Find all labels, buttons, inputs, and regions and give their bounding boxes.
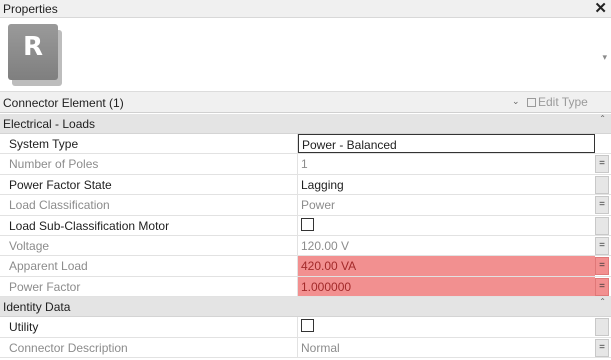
property-value: Power [301, 198, 336, 213]
group-title: Identity Data [3, 300, 71, 315]
property-row-power-factor: Power Factor 1.000000 = [0, 276, 611, 298]
property-value [298, 317, 595, 336]
collapse-icon[interactable]: ⌃ [599, 114, 606, 123]
edit-type-label: Edit Type [538, 95, 588, 109]
property-name: Connector Description [0, 337, 298, 357]
property-name: System Type [0, 134, 298, 154]
property-row-connector-description: Connector Description Normal = [0, 337, 611, 358]
edit-type-button[interactable]: Edit Type [527, 95, 588, 109]
property-name: Power Factor [0, 276, 298, 297]
property-value-field[interactable]: Power - Balanced [298, 134, 595, 154]
properties-grid: Electrical - Loads ⌃ System Type Power -… [0, 114, 611, 358]
property-row-system-type[interactable]: System Type Power - Balanced [0, 134, 611, 155]
property-row-power-factor-state[interactable]: Power Factor State Lagging [0, 174, 611, 196]
property-name: Load Classification [0, 195, 298, 215]
property-name: Apparent Load [0, 256, 298, 276]
property-value-highlighted: 1.000000 [298, 276, 595, 297]
associate-parameter-button[interactable]: = [595, 155, 609, 174]
property-name: Number of Poles [0, 154, 298, 174]
group-title: Electrical - Loads [3, 117, 96, 131]
type-dropdown-icon[interactable]: ▾ [602, 52, 607, 63]
associate-parameter-button[interactable]: = [595, 338, 609, 357]
property-value: Normal [301, 340, 340, 355]
associate-parameter-button[interactable]: = [595, 257, 609, 276]
property-value [298, 216, 595, 235]
element-selector[interactable]: Connector Element (1) ⌄ Edit Type [0, 92, 611, 113]
property-name: Load Sub-Classification Motor [0, 215, 298, 235]
property-value-highlighted: 420.00 VA [298, 256, 595, 276]
property-row-voltage: Voltage 120.00 V = [0, 235, 611, 257]
property-row-number-of-poles: Number of Poles 1 = [0, 154, 611, 175]
property-value: 1 [301, 157, 308, 172]
group-header-electrical-loads[interactable]: Electrical - Loads ⌃ [0, 114, 611, 134]
property-name: Utility [0, 317, 298, 337]
property-value-select[interactable]: Lagging [298, 175, 595, 194]
property-row-load-classification: Load Classification Power = [0, 195, 611, 216]
property-value: 120.00 V [301, 238, 350, 253]
property-row-apparent-load: Apparent Load 420.00 VA = [0, 256, 611, 277]
associate-parameter-button[interactable]: = [595, 236, 609, 255]
revit-logo-letter: R [22, 32, 44, 62]
associate-parameter-button[interactable] [595, 216, 609, 235]
type-selector[interactable]: R ▾ [0, 18, 611, 92]
associate-parameter-button[interactable] [595, 318, 609, 337]
property-row-load-sub-classification-motor[interactable]: Load Sub-Classification Motor [0, 215, 611, 236]
properties-title-bar: Properties ✕ [0, 0, 611, 18]
window-title: Properties [3, 2, 58, 16]
associate-parameter-button[interactable]: = [595, 196, 609, 215]
close-icon[interactable]: ✕ [594, 0, 607, 18]
family-type-image: R [6, 22, 64, 88]
collapse-icon[interactable]: ⌃ [599, 297, 606, 306]
edit-type-icon [527, 98, 536, 107]
chevron-down-icon[interactable]: ⌄ [512, 96, 520, 107]
element-selector-label: Connector Element (1) [3, 96, 124, 110]
group-header-identity-data[interactable]: Identity Data ⌃ [0, 297, 611, 318]
property-row-utility[interactable]: Utility [0, 317, 611, 338]
associate-parameter-button[interactable]: = [595, 277, 609, 296]
property-name: Voltage [0, 235, 298, 256]
associate-parameter-button[interactable] [595, 175, 609, 194]
property-name: Power Factor State [0, 174, 298, 195]
utility-checkbox[interactable] [301, 319, 314, 333]
motor-checkbox[interactable] [301, 217, 314, 231]
